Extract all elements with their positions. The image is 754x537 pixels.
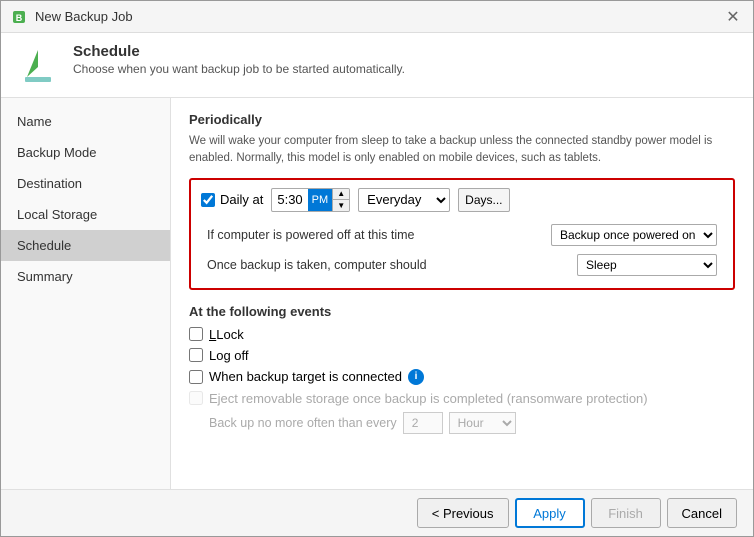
powered-off-select[interactable]: Backup once powered on Skip backup [551,224,717,246]
days-button[interactable]: Days... [458,188,509,212]
target-connected-row: When backup target is connected i [189,369,735,385]
sidebar-item-destination[interactable]: Destination [1,168,170,199]
finish-button[interactable]: Finish [591,498,661,528]
once-backup-select[interactable]: Sleep Hibernate Shut Down Do Nothing [577,254,717,276]
time-up-button[interactable]: ▲ [333,189,349,200]
close-button[interactable]: ✕ [723,7,743,27]
once-backup-row: Once backup is taken, computer should Sl… [201,250,723,280]
daily-at-checkbox[interactable] [201,193,215,207]
app-icon: B [11,9,27,25]
window: B New Backup Job ✕ Schedule Choose when … [0,0,754,537]
time-down-button[interactable]: ▼ [333,200,349,211]
title-bar-left: B New Backup Job [11,9,133,25]
header: Schedule Choose when you want backup job… [1,33,753,98]
logoff-label: Log off [209,348,249,363]
eject-checkbox [189,391,203,405]
title-bar: B New Backup Job ✕ [1,1,753,33]
time-spin-buttons: ▲ ▼ [332,189,349,211]
svg-text:B: B [16,13,23,23]
periodically-title: Periodically [189,112,735,127]
backup-limit-row: Back up no more often than every Hour Mi… [189,412,735,434]
sidebar-item-schedule[interactable]: Schedule [1,230,170,261]
eject-label: Eject removable storage once backup is c… [209,391,648,406]
lock-checkbox[interactable] [189,327,203,341]
daily-at-label: Daily at [220,192,263,207]
backup-limit-input[interactable] [403,412,443,434]
once-backup-label: Once backup is taken, computer should [207,258,577,272]
header-title: Schedule [73,43,405,60]
sidebar-item-backup-mode[interactable]: Backup Mode [1,137,170,168]
footer: < Previous Apply Finish Cancel [1,489,753,536]
sidebar-item-name[interactable]: Name [1,106,170,137]
time-value[interactable]: 5:30 [272,190,307,209]
time-input: 5:30 PM ▲ ▼ [271,188,350,212]
header-text: Schedule Choose when you want backup job… [73,43,405,76]
main-content: Periodically We will wake your computer … [171,98,753,489]
backup-limit-prefix: Back up no more often than every [209,416,397,430]
sidebar: Name Backup Mode Destination Local Stora… [1,98,171,489]
eject-row: Eject removable storage once backup is c… [189,391,735,406]
cancel-button[interactable]: Cancel [667,498,737,528]
header-description: Choose when you want backup job to be st… [73,62,405,76]
schedule-icon [17,45,59,87]
info-icon[interactable]: i [408,369,424,385]
daily-row: Daily at 5:30 PM ▲ ▼ Everyday Weekdays W [201,188,723,212]
events-title: At the following events [189,304,735,319]
target-connected-checkbox[interactable] [189,370,203,384]
backup-limit-unit-select[interactable]: Hour Minute Day [449,412,516,434]
logoff-checkbox[interactable] [189,348,203,362]
lock-label: LLock [209,327,244,342]
apply-button[interactable]: Apply [515,498,585,528]
window-title: New Backup Job [35,9,133,24]
notice-text: We will wake your computer from sleep to… [189,133,735,168]
sidebar-item-summary[interactable]: Summary [1,261,170,292]
sidebar-item-local-storage[interactable]: Local Storage [1,199,170,230]
powered-off-row: If computer is powered off at this time … [201,220,723,250]
lock-event-row: LLock [189,327,735,342]
target-connected-label: When backup target is connected [209,369,402,384]
events-section: At the following events LLock Log off Wh… [189,304,735,434]
ampm-badge[interactable]: PM [308,189,333,211]
daily-at-checkbox-label[interactable]: Daily at [201,192,263,207]
frequency-select[interactable]: Everyday Weekdays Weekends [358,188,450,212]
logoff-event-row: Log off [189,348,735,363]
schedule-options-box: Daily at 5:30 PM ▲ ▼ Everyday Weekdays W [189,178,735,290]
content-area: Name Backup Mode Destination Local Stora… [1,98,753,489]
previous-button[interactable]: < Previous [417,498,509,528]
powered-off-label: If computer is powered off at this time [207,228,551,242]
